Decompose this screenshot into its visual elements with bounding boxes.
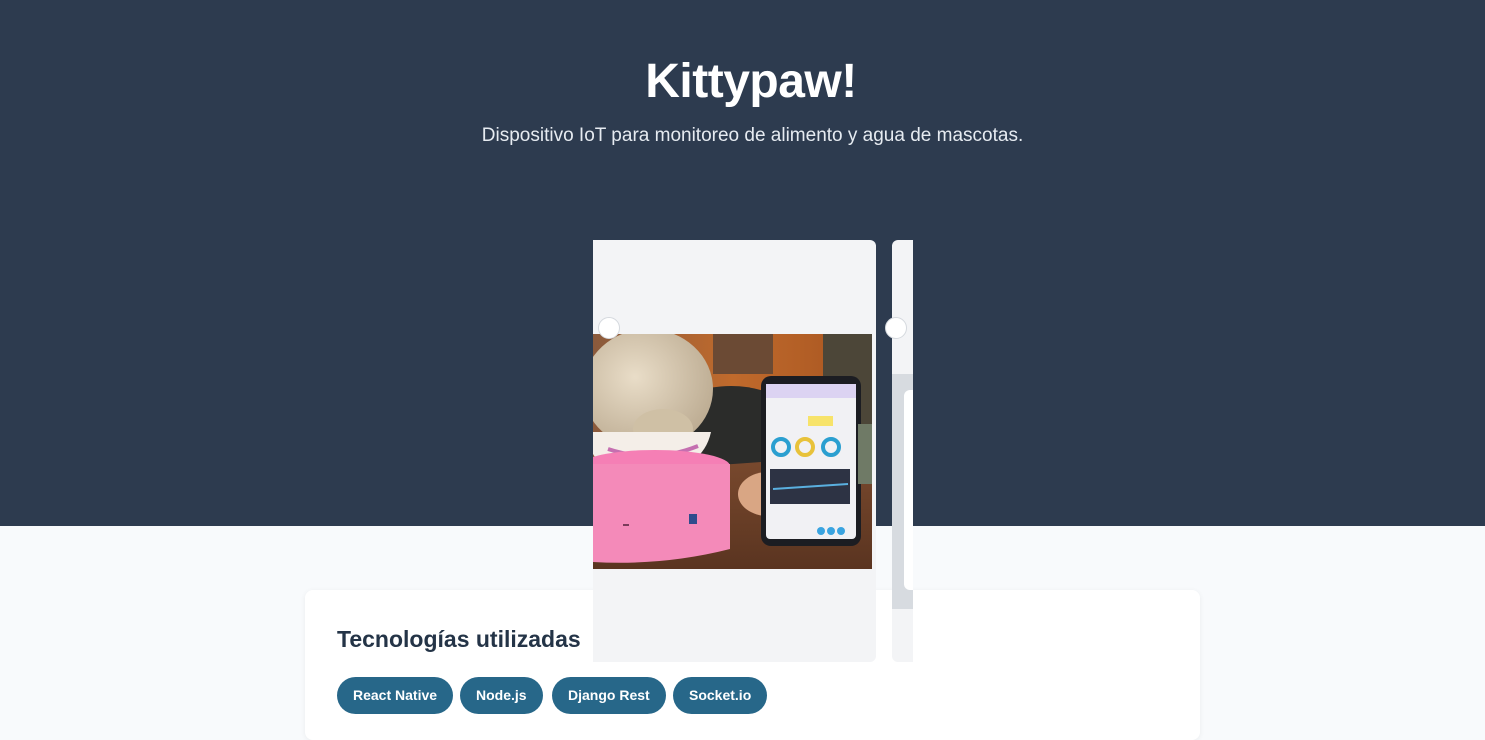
product-photo [593,334,872,569]
tech-tag-django-rest: Django Rest [552,677,666,714]
tech-tag-react-native: React Native [337,677,454,714]
tech-tag-nodejs: Node.js [460,677,543,714]
tech-tag-socketio: Socket.io [673,677,768,714]
technologies-title: Tecnologías utilizadas [337,626,581,652]
next-slide-image-inner [904,390,913,590]
page-title: Kittypaw! [645,55,857,108]
carousel-next-slide[interactable] [892,240,913,662]
carousel-slide[interactable] [593,240,876,662]
carousel-dot[interactable] [598,317,620,339]
carousel-dot[interactable] [885,317,907,339]
page-subtitle: Dispositivo IoT para monitoreo de alimen… [481,125,1024,146]
